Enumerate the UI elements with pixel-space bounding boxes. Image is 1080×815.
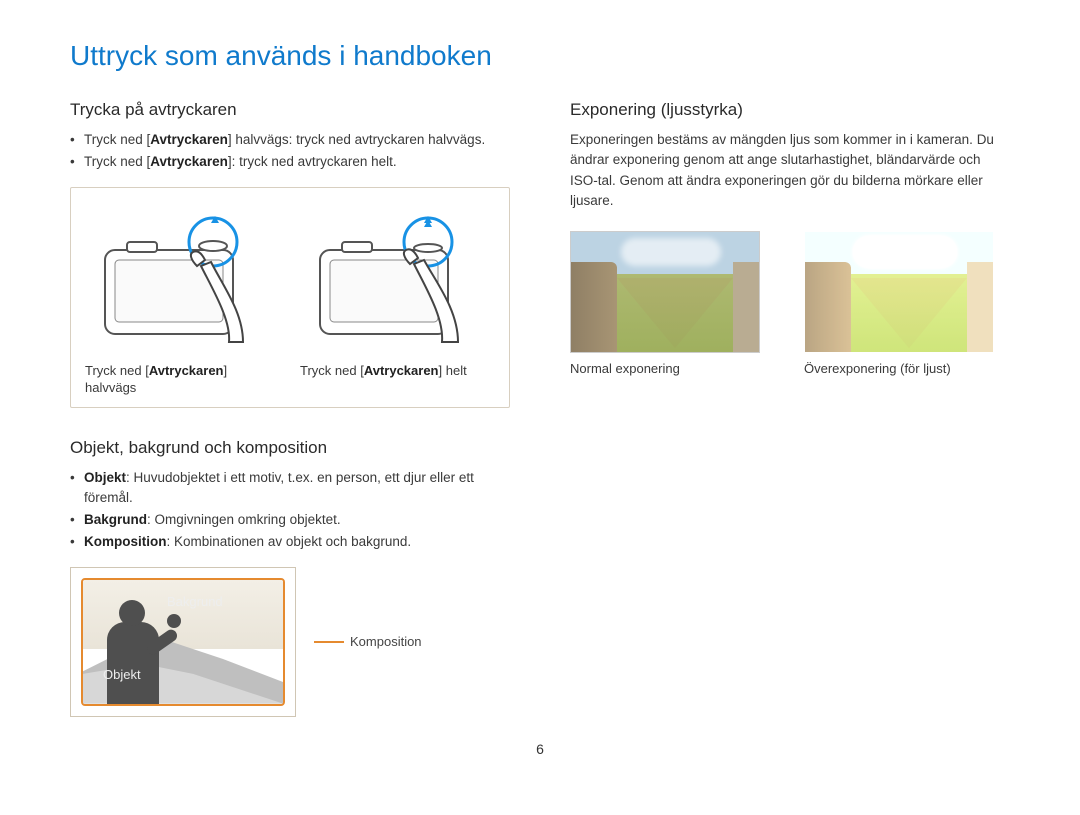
composition-bullets: Objekt: Huvudobjektet i ett motiv, t.ex.… — [70, 468, 510, 553]
bullet-item: Tryck ned [Avtryckaren] halvvägs: tryck … — [70, 130, 510, 150]
exposure-caption-over: Överexponering (för ljust) — [804, 361, 1010, 376]
composition-box: Bakgrund Objekt — [70, 567, 296, 717]
page-title: Uttryck som används i handboken — [70, 40, 1010, 72]
exposure-heading: Exponering (ljusstyrka) — [570, 100, 1010, 120]
connector-line — [314, 641, 344, 643]
exposure-photo-over — [804, 231, 994, 353]
label-bakgrund: Bakgrund — [167, 594, 223, 609]
composition-heading: Objekt, bakgrund och komposition — [70, 438, 510, 458]
camera-halfpress-illustration — [93, 202, 273, 352]
shutter-caption-full: Tryck ned [Avtryckaren] helt — [300, 362, 495, 380]
exposure-caption-normal: Normal exponering — [570, 361, 776, 376]
bullet-item: Objekt: Huvudobjektet i ett motiv, t.ex.… — [70, 468, 510, 509]
shutter-bullets: Tryck ned [Avtryckaren] halvvägs: tryck … — [70, 130, 510, 173]
right-column: Exponering (ljusstyrka) Exponeringen bes… — [570, 100, 1010, 717]
label-objekt: Objekt — [103, 667, 141, 682]
composition-figure: Bakgrund Objekt Komposition — [70, 567, 510, 717]
exposure-body: Exponeringen bestäms av mängden ljus som… — [570, 130, 1010, 211]
shutter-caption-half: Tryck ned [Avtryckaren] halvvägs — [85, 362, 280, 397]
camera-fullpress-illustration — [308, 202, 488, 352]
shutter-heading: Trycka på avtryckaren — [70, 100, 510, 120]
bullet-item: Bakgrund: Omgivningen omkring objektet. — [70, 510, 510, 530]
exposure-photo-normal — [570, 231, 760, 353]
bullet-item: Komposition: Kombinationen av objekt och… — [70, 532, 510, 552]
shutter-figure-box: Tryck ned [Avtryckaren] halvvägs Tryck n… — [70, 187, 510, 408]
subject-silhouette — [97, 600, 171, 704]
label-komposition: Komposition — [350, 634, 422, 649]
left-column: Trycka på avtryckaren Tryck ned [Avtryck… — [70, 100, 510, 717]
page-number: 6 — [70, 741, 1010, 757]
bullet-item: Tryck ned [Avtryckaren]: tryck ned avtry… — [70, 152, 510, 172]
